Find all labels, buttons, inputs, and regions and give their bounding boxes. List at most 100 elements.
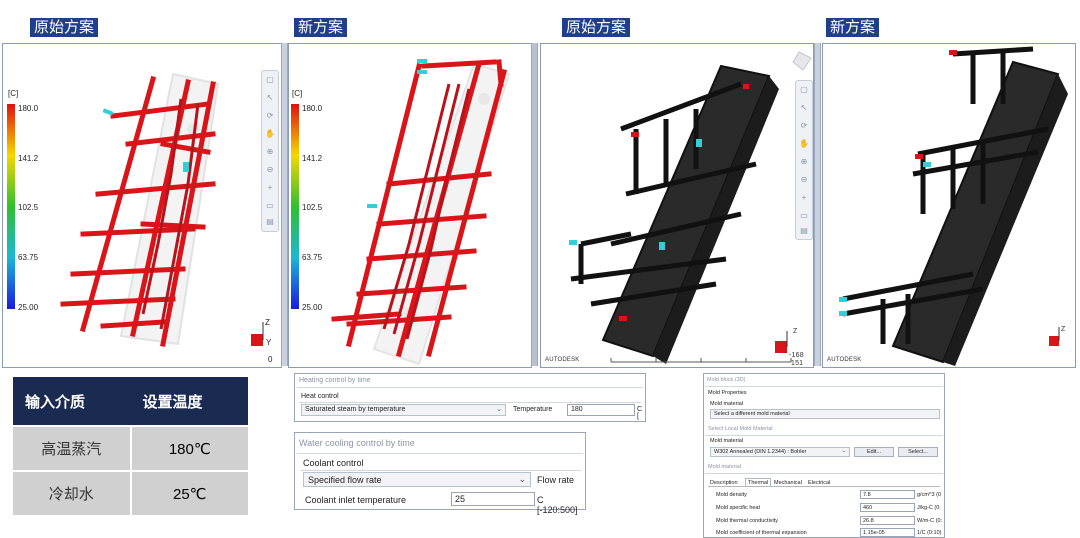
print-icon[interactable]: ▤ <box>265 217 275 227</box>
dialog-title: Water cooling control by time <box>299 438 415 448</box>
inlet-marker <box>696 139 702 147</box>
coolant-control-select[interactable]: Specified flow rate ⌄ <box>303 472 531 487</box>
viewport-new-mold[interactable]: AUTODESK Z <box>822 43 1076 368</box>
inlet-temperature-input[interactable]: 25 <box>451 492 535 506</box>
select-different-material-button[interactable]: Select a different mold material <box>710 409 940 419</box>
outlet-marker <box>949 50 957 55</box>
autodesk-logo: AUTODESK <box>545 357 580 363</box>
legend-tick-1: 180.0 <box>302 104 323 113</box>
outlet-marker <box>915 154 923 159</box>
inlet-marker <box>102 108 114 116</box>
outlet-marker <box>743 84 749 89</box>
rotate-icon[interactable]: ⟳ <box>799 121 809 131</box>
zoom-icon[interactable]: ⊖ <box>265 165 275 175</box>
axis-triad <box>251 334 263 346</box>
mold-material-select[interactable]: W302 Annealed (DIN 1.2344) : Bohler ⌄ <box>710 447 850 457</box>
section-label: Select Local Mold Material <box>708 426 773 432</box>
heat-control-select[interactable]: Saturated steam by temperature ⌄ <box>301 404 506 416</box>
zoom-in-icon[interactable]: ⊕ <box>799 157 809 167</box>
outlet-marker <box>619 316 627 321</box>
legend-tick-4: 63.75 <box>18 253 39 262</box>
viewcube-icon <box>792 51 812 71</box>
select-icon[interactable]: ↖ <box>799 103 809 113</box>
title-new-2: 新方案 <box>826 18 880 37</box>
mold-render-original <box>569 51 812 364</box>
zoom-in-icon[interactable]: ⊕ <box>265 147 275 157</box>
measure-icon[interactable]: ▭ <box>799 211 809 221</box>
flow-rate-label: Flow rate <box>537 475 575 485</box>
inlet-marker <box>659 242 665 250</box>
inlet-marker <box>569 240 577 245</box>
rotate-icon[interactable]: ⟳ <box>265 111 275 121</box>
mold-specific-heat-input[interactable]: 460 <box>860 503 915 512</box>
inlet-marker <box>367 204 377 208</box>
chevron-down-icon: ⌄ <box>518 474 526 484</box>
fit-icon[interactable]: + <box>799 193 809 203</box>
inlet-temperature-unit: C [-120:500] <box>537 495 578 515</box>
mold-block-dialog: Mold block (3D) Mold Properties Mold mat… <box>703 373 945 538</box>
cell-medium: 冷却水 <box>13 470 132 515</box>
section-label: Mold material <box>708 464 742 470</box>
pan-icon[interactable]: ✋ <box>799 139 809 149</box>
legend-colorbar <box>7 104 15 309</box>
viewport-original-mold[interactable]: AUTODESK ▢ ↖ ⟳ ✋ ⊕ ⊖ + ▭ ▤ Z -168 151 <box>540 43 814 368</box>
select-icon[interactable]: ↖ <box>265 93 275 103</box>
split-divider[interactable] <box>281 43 288 366</box>
legend-tick-5: 25.00 <box>18 303 39 312</box>
legend-tick-2: 141.2 <box>18 154 39 163</box>
cell-medium: 高温蒸汽 <box>13 425 132 471</box>
legend-tick-3: 102.5 <box>18 203 39 212</box>
section-label: Coolant control <box>303 458 364 468</box>
viewcube-icon[interactable]: ▢ <box>799 85 809 95</box>
coordinate-readout: 151 <box>791 360 804 367</box>
mold-material-label: Mold material <box>710 438 744 444</box>
temperature-input[interactable]: 180 <box>567 404 635 416</box>
pan-icon[interactable]: ✋ <box>265 129 275 139</box>
property-unit: J/kg-C (0: <box>917 505 941 511</box>
autodesk-logo: AUTODESK <box>827 357 862 363</box>
inlet-marker <box>839 297 847 302</box>
viewport-new-temperature[interactable]: [C] 180.0 141.2 102.5 63.75 25.00 <box>288 43 532 368</box>
print-icon[interactable]: ▤ <box>799 226 809 236</box>
legend-tick-5: 25.00 <box>302 303 323 312</box>
mold-thermal-expansion-input[interactable]: 1.15e-05 <box>860 528 915 537</box>
split-divider[interactable] <box>531 43 538 366</box>
edit-material-button[interactable]: Edit... <box>854 447 894 457</box>
viewport-original-temperature[interactable]: [C] 180.0 141.2 102.5 63.75 25.00 Z Y 0 … <box>2 43 282 368</box>
inlet-marker <box>839 311 847 316</box>
viewcube-icon[interactable]: ▢ <box>265 75 275 85</box>
outlet-marker <box>631 132 639 137</box>
split-divider[interactable] <box>814 43 821 366</box>
mold-block <box>891 60 1060 364</box>
legend-colorbar <box>291 104 299 309</box>
temperature-plot-original: [C] 180.0 141.2 102.5 63.75 25.00 Z Y 0 <box>7 72 273 364</box>
cell-temperature: 25℃ <box>130 470 248 515</box>
zoom-icon[interactable]: ⊖ <box>799 175 809 185</box>
view-toolbar[interactable]: ▢ ↖ ⟳ ✋ ⊕ ⊖ + ▭ ▤ <box>261 70 279 232</box>
property-label: Mold coefficient of thermal expansion <box>716 530 807 536</box>
measure-icon[interactable]: ▭ <box>265 201 275 211</box>
mold-density-input[interactable]: 7.8 <box>860 490 915 499</box>
temperature-label: Temperature <box>513 406 553 413</box>
table-header-medium: 输入介质 <box>13 377 131 426</box>
title-new-1: 新方案 <box>294 18 348 37</box>
svg-text:Z: Z <box>265 318 270 327</box>
corner-readout: 0 <box>268 355 273 364</box>
section-label: Mold Properties <box>708 390 747 396</box>
legend-tick-4: 63.75 <box>302 253 323 262</box>
mold-render-new <box>839 46 1068 366</box>
inlet-marker <box>923 162 931 167</box>
legend-tick-1: 180.0 <box>18 104 39 113</box>
title-original-1: 原始方案 <box>30 18 99 37</box>
legend-tick-2: 141.2 <box>302 154 323 163</box>
table-row: 冷却水 25℃ <box>13 470 248 515</box>
mold-thermal-conductivity-input[interactable]: 26.8 <box>860 516 915 525</box>
svg-text:Y: Y <box>266 338 272 347</box>
title-original-2: 原始方案 <box>562 18 631 37</box>
fit-icon[interactable]: + <box>265 183 275 193</box>
view-toolbar[interactable]: ▢ ↖ ⟳ ✋ ⊕ ⊖ + ▭ ▤ <box>795 80 813 240</box>
inlet-marker <box>417 59 427 63</box>
coordinate-readout: -168 <box>789 352 804 359</box>
chevron-down-icon: ⌄ <box>496 406 502 413</box>
select-material-button[interactable]: Select... <box>898 447 938 457</box>
